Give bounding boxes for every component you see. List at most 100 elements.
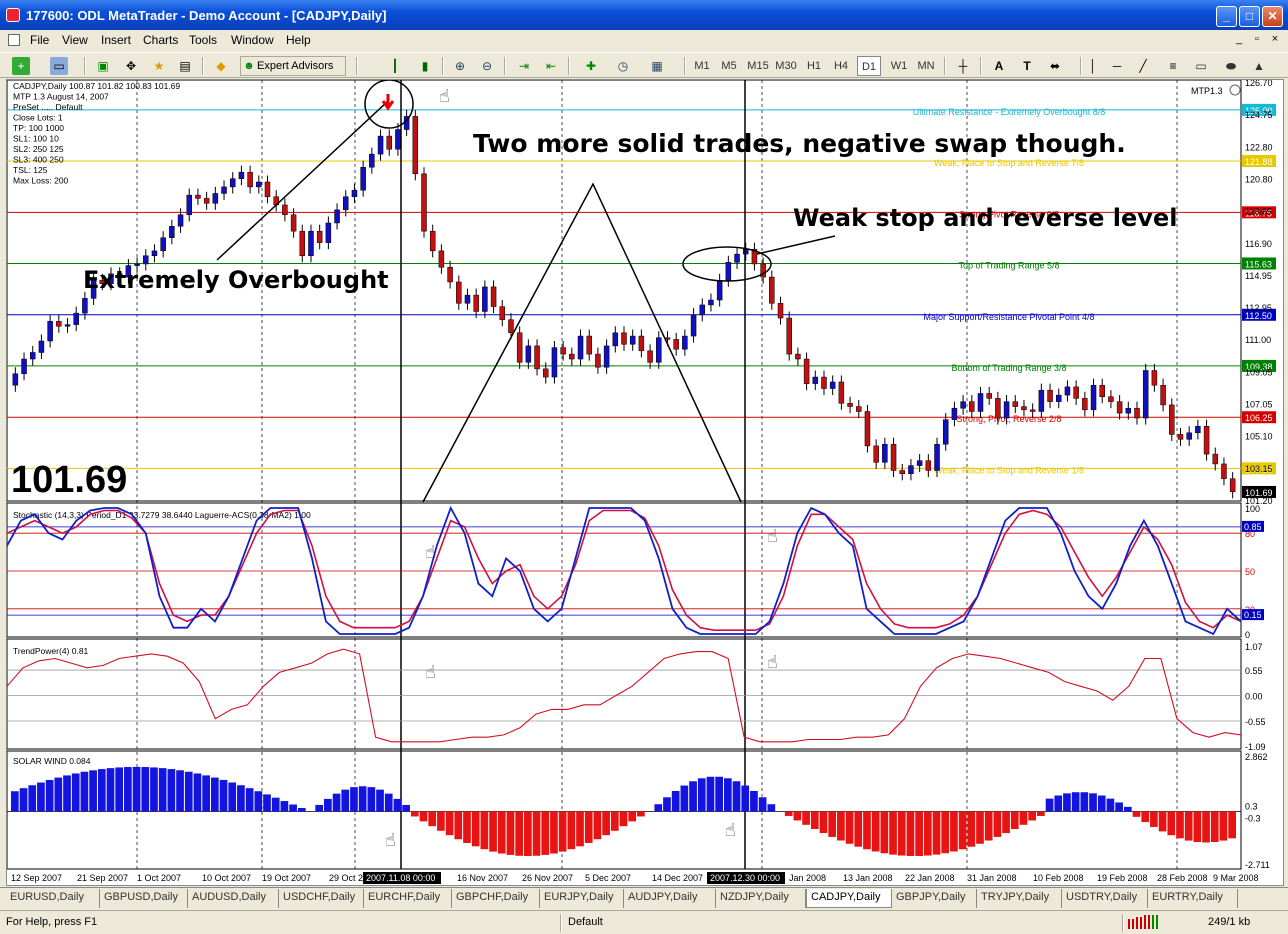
candle-body-7: [73, 312, 79, 325]
menu-insert[interactable]: Insert: [101, 33, 131, 47]
templates-icon[interactable]: ▦: [648, 57, 666, 75]
vertical-line-icon[interactable]: │: [1084, 57, 1102, 75]
metatrader-window: 177600: ODL MetaTrader - Demo Account - …: [0, 0, 1288, 934]
date-tick-11: 13 Jan 2008: [843, 873, 893, 883]
zoom-out-icon[interactable]: ⊖: [478, 57, 496, 75]
maximize-button[interactable]: □: [1239, 6, 1260, 27]
zoom-in-icon[interactable]: ⊕: [451, 57, 469, 75]
date-tick-0: 12 Sep 2007: [11, 873, 62, 883]
app-icon[interactable]: [6, 8, 20, 22]
price-chart[interactable]: Ultimate Resistance - Extremely Overboug…: [7, 80, 1283, 885]
candle-body-94: [829, 381, 836, 389]
periods-icon[interactable]: ◷: [614, 57, 632, 75]
solarwind-bar-10: [97, 769, 106, 812]
chart-shift-icon[interactable]: ⇤: [542, 57, 560, 75]
title-bar[interactable]: 177600: ODL MetaTrader - Demo Account - …: [0, 0, 1288, 30]
timeframe-m30[interactable]: M30: [773, 56, 799, 76]
candle-body-136: [1195, 425, 1201, 434]
tab-eurtry-daily[interactable]: EURTRY,Daily: [1148, 889, 1238, 908]
chart-window[interactable]: Ultimate Resistance - Extremely Overboug…: [6, 79, 1284, 886]
mdi-chart-icon[interactable]: [8, 34, 20, 46]
stoch-tick-0: 100: [1245, 504, 1260, 514]
timeframe-m15[interactable]: M15: [745, 56, 771, 76]
menu-charts[interactable]: Charts: [143, 33, 178, 47]
shapes-icon[interactable]: ▭: [1192, 57, 1210, 75]
solarwind-bar-78: [689, 781, 697, 812]
market-watch-icon[interactable]: ▣: [94, 57, 112, 75]
timeframe-h4[interactable]: H4: [831, 56, 851, 76]
solarwind-bar-66: [584, 811, 593, 843]
timeframe-d1[interactable]: D1: [857, 56, 881, 76]
indicator-name: MTP1.3: [1191, 86, 1223, 96]
tab-gbpchf-daily[interactable]: GBPCHF,Daily: [452, 889, 540, 908]
tab-usdchf-daily[interactable]: USDCHF,Daily: [279, 889, 364, 908]
text-icon[interactable]: A: [990, 57, 1008, 75]
tab-eurusd-daily[interactable]: EURUSD,Daily: [6, 889, 100, 908]
timeframe-m5[interactable]: M5: [719, 56, 739, 76]
autoscroll-icon[interactable]: ⇥: [515, 57, 533, 75]
profiles-icon[interactable]: ▭: [50, 57, 68, 75]
tab-audusd-daily[interactable]: AUDUSD,Daily: [188, 889, 279, 908]
tab-eurjpy-daily[interactable]: EURJPY,Daily: [540, 889, 624, 908]
tab-usdtry-daily[interactable]: USDTRY,Daily: [1062, 889, 1148, 908]
menu-tools[interactable]: Tools: [189, 33, 217, 47]
menu-file[interactable]: File: [30, 33, 49, 47]
candle-body-76: [673, 339, 679, 350]
mdi-close-button[interactable]: ×: [1268, 33, 1282, 47]
candle-body-41: [369, 153, 375, 168]
candle-body-89: [786, 317, 792, 355]
candle-body-78: [690, 314, 697, 337]
solarwind-bar-116: [1019, 811, 1028, 825]
horizontal-line-icon[interactable]: ─: [1108, 57, 1126, 75]
solarwind-bar-4: [45, 779, 54, 812]
new-chart-icon[interactable]: +: [12, 57, 30, 75]
menu-help[interactable]: Help: [286, 33, 311, 47]
solarwind-bar-40: [358, 786, 367, 812]
solarwind-bar-5: [54, 777, 63, 812]
date-tick-8: 5 Dec 2007: [585, 873, 631, 883]
solarwind-bar-115: [1010, 811, 1019, 830]
label-icon[interactable]: T: [1018, 57, 1036, 75]
timeframe-m1[interactable]: M1: [692, 56, 712, 76]
date-tick-16: 28 Feb 2008: [1157, 873, 1208, 883]
ellipse-icon[interactable]: ⬬: [1222, 57, 1240, 75]
mdi-minimize-button[interactable]: _: [1232, 33, 1246, 47]
tab-cadjpy-daily[interactable]: CADJPY,Daily: [806, 889, 892, 908]
triangle-icon[interactable]: ▲: [1250, 57, 1268, 75]
menu-view[interactable]: View: [62, 33, 88, 47]
timeframe-mn[interactable]: MN: [915, 56, 937, 76]
arrows-icon[interactable]: ⬌: [1046, 57, 1064, 75]
autotrading-icon[interactable]: ◆: [212, 57, 230, 75]
candle-body-8: [82, 298, 88, 314]
info-line-6: SL1: 100 10: [13, 134, 59, 144]
tab-gbpjpy-daily[interactable]: GBPJPY,Daily: [892, 889, 977, 908]
tab-audjpy-daily[interactable]: AUDJPY,Daily: [624, 889, 716, 908]
tp-tick-0: 1.07: [1245, 642, 1263, 652]
close-button[interactable]: ✕: [1262, 6, 1283, 27]
menu-window[interactable]: Window: [231, 33, 274, 47]
crosshair-icon[interactable]: ✥: [122, 57, 140, 75]
tab-tryjpy-daily[interactable]: TRYJPY,Daily: [977, 889, 1062, 908]
indicators-icon[interactable]: ✚: [582, 57, 600, 75]
tab-nzdjpy-daily[interactable]: NZDJPY,Daily: [716, 889, 806, 908]
expert-advisors-button[interactable]: ☻ Expert Advisors: [240, 56, 346, 76]
solarwind-bar-54: [480, 811, 489, 850]
solarwind-bar-56: [497, 811, 506, 854]
bar-chart-icon[interactable]: ┃: [386, 57, 404, 75]
tab-eurchf-daily[interactable]: EURCHF,Daily: [364, 889, 452, 908]
navigator-icon[interactable]: ▤: [176, 57, 194, 75]
candles-icon[interactable]: ▮: [416, 57, 434, 75]
status-profile: Default: [568, 916, 603, 928]
favorites-icon[interactable]: ★: [150, 57, 168, 75]
mdi-restore-button[interactable]: ▫: [1250, 33, 1264, 47]
trendline-icon[interactable]: ╱: [1134, 57, 1152, 75]
tab-gbpusd-daily[interactable]: GBPUSD,Daily: [100, 889, 188, 908]
candle-body-33: [299, 230, 306, 257]
channel-icon[interactable]: ≡: [1164, 57, 1182, 75]
cursor-icon[interactable]: ┼: [954, 57, 972, 75]
timeframe-h1[interactable]: H1: [804, 56, 824, 76]
solarwind-bar-93: [819, 811, 828, 834]
minimize-button[interactable]: _: [1216, 6, 1237, 27]
tp-tick-3: -0.55: [1245, 717, 1266, 727]
timeframe-w1[interactable]: W1: [889, 56, 909, 76]
